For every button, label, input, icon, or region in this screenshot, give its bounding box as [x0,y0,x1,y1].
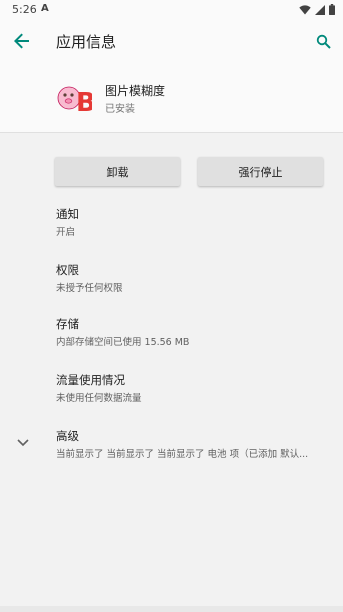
pref-advanced-title[interactable]: 高级 [56,428,79,444]
pref-advanced-summary: 当前显示了 当前显示了 当前显示了 电池 项（已添加 默认... [56,449,309,460]
app-icon-letter: B [76,88,92,116]
bottom-edge [0,606,343,612]
app-install-status: 已安装 [105,104,135,115]
uninstall-button[interactable]: 卸载 [55,157,180,186]
pref-notifications-title[interactable]: 通知 [56,206,79,222]
arrow-back-icon [14,33,29,49]
page-title: 应用信息 [56,33,117,51]
pref-storage-summary: 内部存储空间已使用 15.56 MB [56,337,190,348]
battery-icon [329,4,335,15]
pref-notifications-summary: 开启 [56,227,76,238]
status-bar: 5:26 A [0,0,343,20]
status-time: 5:26 [12,3,37,16]
pref-permissions-summary: 未授予任何权限 [56,283,123,294]
app-name: 图片模糊度 [105,84,166,98]
pref-storage-title[interactable]: 存储 [56,316,79,332]
status-icons [299,4,335,15]
expand-advanced-button[interactable] [14,434,32,452]
pref-data-usage-summary: 未使用任何数据流量 [56,393,142,404]
force-stop-button[interactable]: 强行停止 [198,157,323,186]
search-button[interactable] [309,27,337,55]
pref-permissions-title[interactable]: 权限 [56,262,79,278]
app-header: B 图片模糊度 已安装 [0,62,343,133]
wifi-icon [299,4,311,15]
pref-data-usage-title[interactable]: 流量使用情况 [56,372,125,388]
settings-list [0,133,343,612]
cellular-signal-icon [315,4,325,15]
search-icon [316,34,331,49]
back-button[interactable] [8,27,36,55]
app-bar: 应用信息 [0,20,343,62]
notification-icon: A [41,3,49,14]
app-icon: B [56,80,92,116]
chevron-down-icon [17,439,29,447]
